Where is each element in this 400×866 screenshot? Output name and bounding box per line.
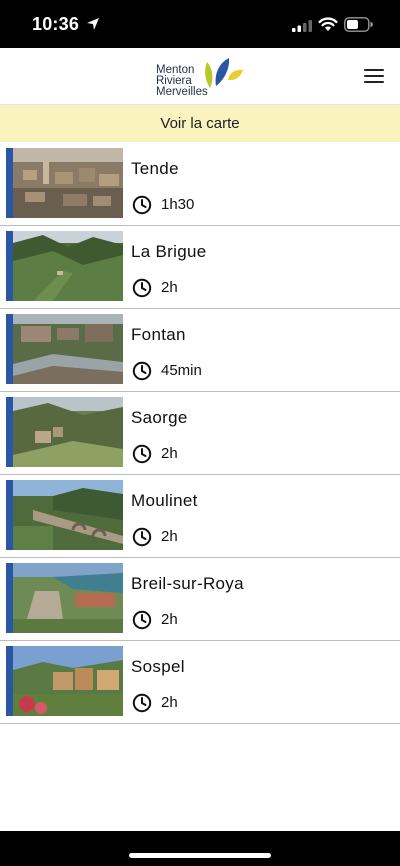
item-thumbnail xyxy=(13,148,123,218)
item-duration: 2h xyxy=(161,528,178,545)
item-accent-bar xyxy=(6,314,13,384)
item-thumbnail xyxy=(13,480,123,550)
clock-icon xyxy=(132,361,152,381)
cellular-signal-icon xyxy=(292,20,312,32)
item-title: Sospel xyxy=(131,657,185,676)
status-bar: 10:36 xyxy=(0,0,400,48)
home-bar xyxy=(0,831,400,866)
clock-icon xyxy=(132,610,152,630)
item-title: La Brigue xyxy=(131,242,207,261)
header: Menton Riviera Merveilles xyxy=(0,48,400,105)
item-accent-bar xyxy=(6,397,13,467)
view-map-button[interactable]: Voir la carte xyxy=(0,105,400,142)
list-item-tende[interactable]: Tende 1h30 xyxy=(0,143,400,226)
clock-icon xyxy=(132,195,152,215)
clock-icon xyxy=(132,693,152,713)
item-accent-bar xyxy=(6,563,13,633)
item-duration: 1h30 xyxy=(161,196,195,213)
item-thumbnail xyxy=(13,646,123,716)
list-item-moulinet[interactable]: Moulinet 2h xyxy=(0,475,400,558)
item-accent-bar xyxy=(6,480,13,550)
home-indicator[interactable] xyxy=(129,853,271,858)
item-duration: 45min xyxy=(161,362,202,379)
location-arrow-icon xyxy=(87,18,99,30)
item-accent-bar xyxy=(6,148,13,218)
item-duration: 2h xyxy=(161,445,178,462)
item-accent-bar xyxy=(6,231,13,301)
list-item-breil-sur-roya[interactable]: Breil-sur-Roya 2h xyxy=(0,558,400,641)
item-title: Moulinet xyxy=(131,491,198,510)
clock-icon xyxy=(132,278,152,298)
status-time: 10:36 xyxy=(32,14,80,34)
item-thumbnail xyxy=(13,314,123,384)
app-content: Menton Riviera Merveilles Voir la carte xyxy=(0,48,400,831)
item-duration: 2h xyxy=(161,279,178,296)
item-duration: 2h xyxy=(161,611,178,628)
item-accent-bar xyxy=(6,646,13,716)
logo[interactable]: Menton Riviera Merveilles xyxy=(156,56,246,100)
clock-icon xyxy=(132,527,152,547)
item-title: Breil-sur-Roya xyxy=(131,574,244,593)
list-item-la-brigue[interactable]: La Brigue 2h xyxy=(0,226,400,309)
logo-text: Menton Riviera Merveilles xyxy=(156,64,208,98)
item-duration: 2h xyxy=(161,694,178,711)
item-thumbnail xyxy=(13,231,123,301)
list-item-saorge[interactable]: Saorge 2h xyxy=(0,392,400,475)
hamburger-menu-icon[interactable] xyxy=(364,69,386,85)
list-item-fontan[interactable]: Fontan 45min xyxy=(0,309,400,392)
item-thumbnail xyxy=(13,397,123,467)
clock-icon xyxy=(132,444,152,464)
item-thumbnail xyxy=(13,563,123,633)
item-title: Fontan xyxy=(131,325,186,344)
destination-list: Tende 1h30 La Brigue 2h Fontan 45min Sao… xyxy=(0,143,400,724)
wifi-icon xyxy=(318,17,338,31)
logo-leaves-icon xyxy=(205,58,243,88)
item-title: Tende xyxy=(131,159,179,178)
battery-icon xyxy=(344,17,373,32)
item-title: Saorge xyxy=(131,408,188,427)
list-item-sospel[interactable]: Sospel 2h xyxy=(0,641,400,724)
